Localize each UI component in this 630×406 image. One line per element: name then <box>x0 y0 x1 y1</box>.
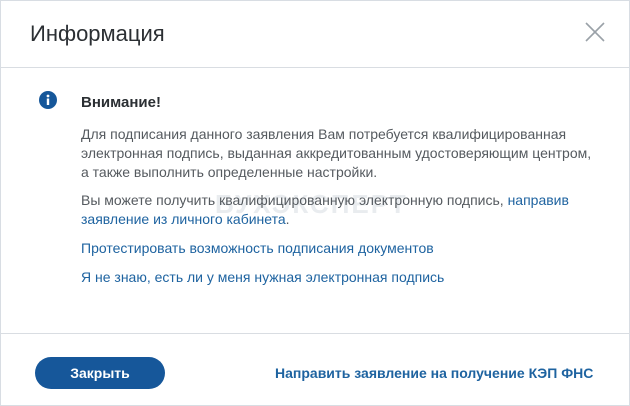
dialog-header: Информация <box>1 1 630 68</box>
close-button[interactable]: Закрыть <box>35 357 165 389</box>
paragraph-2-end: . <box>285 211 290 227</box>
notice-paragraph-1: Для подписания данного заявления Вам пот… <box>81 126 592 180</box>
check-signature-link[interactable]: Я не знаю, есть ли у меня нужная электро… <box>81 269 444 285</box>
notice-heading: Внимание! <box>81 94 161 111</box>
paragraph-2-text: Вы можете получить квалифицированную эле… <box>81 192 508 208</box>
dialog-footer: Закрыть Направить заявление на получение… <box>1 334 630 406</box>
dialog-title: Информация <box>30 21 165 46</box>
info-dialog: Информация БУХЭКСПЕРТ Внимание! Для подп… <box>0 0 630 406</box>
info-icon <box>39 91 57 109</box>
send-application-link[interactable]: Направить заявление на получение КЭП ФНС <box>275 365 593 381</box>
dialog-body: БУХЭКСПЕРТ Внимание! Для подписания данн… <box>1 68 630 334</box>
test-signing-link[interactable]: Протестировать возможность подписания до… <box>81 240 434 256</box>
close-icon[interactable] <box>584 21 606 43</box>
notice-paragraph-2: Вы можете получить квалифицированную эле… <box>81 191 601 229</box>
